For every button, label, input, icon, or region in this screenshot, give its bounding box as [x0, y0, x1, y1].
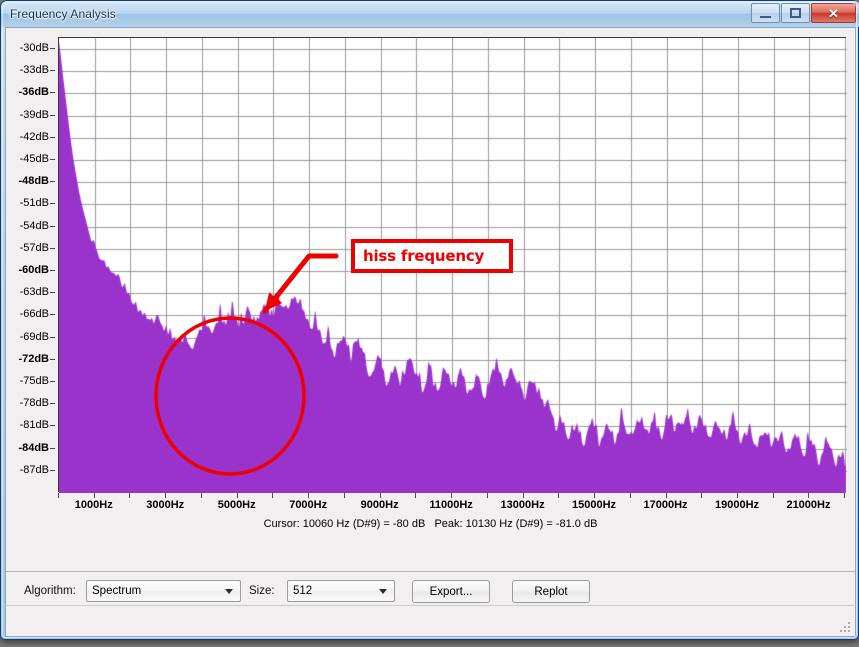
- algorithm-label: Algorithm:: [24, 585, 76, 597]
- window-controls: ✕: [751, 3, 856, 23]
- y-axis-tick-label: -36dB: [18, 86, 49, 99]
- y-axis-tick: [50, 136, 55, 138]
- y-axis-tick: [50, 403, 55, 405]
- replot-button[interactable]: Replot: [512, 580, 590, 603]
- close-button[interactable]: ✕: [811, 3, 856, 23]
- y-axis-tick: [50, 447, 55, 449]
- y-axis-tick-label: -33dB: [19, 64, 49, 77]
- y-axis-tick: [50, 225, 55, 227]
- size-label: Size:: [249, 585, 275, 597]
- y-axis-tick: [50, 358, 55, 360]
- y-axis-tick-label: -78dB: [19, 397, 49, 410]
- y-axis-tick: [50, 270, 55, 272]
- panel-separator: [6, 571, 855, 572]
- y-axis-tick-label: -48dB: [18, 175, 49, 188]
- y-axis-tick-label: -54dB: [19, 219, 49, 232]
- size-value: 512: [293, 585, 313, 597]
- window-title: Frequency Analysis: [10, 7, 116, 21]
- x-axis-tick-label: 21000Hz: [786, 499, 831, 511]
- spectrum-canvas[interactable]: [59, 38, 847, 493]
- y-axis-tick: [50, 425, 55, 427]
- y-axis-tick: [50, 336, 55, 338]
- y-axis-tick-label: -45dB: [19, 153, 49, 166]
- y-axis-tick-label: -66dB: [19, 308, 49, 321]
- y-axis-tick-label: -57dB: [19, 241, 49, 254]
- x-axis-tick-label: 1000Hz: [74, 499, 113, 511]
- y-axis-tick: [50, 92, 55, 94]
- size-select[interactable]: 512: [287, 580, 395, 602]
- y-axis-tick: [50, 314, 55, 316]
- window-status-strip: [5, 605, 856, 637]
- x-axis-tick-label: 3000Hz: [146, 499, 185, 511]
- y-axis-tick-label: -87dB: [19, 463, 49, 476]
- y-axis-tick: [50, 247, 55, 249]
- x-axis: 1000Hz 3000Hz 5000Hz 7000Hz 9000Hz 11000Hz 130…: [6, 494, 855, 518]
- y-axis-tick: [50, 48, 55, 50]
- export-button[interactable]: Export...: [412, 580, 490, 603]
- y-axis-tick: [50, 469, 55, 471]
- window-client-area: -30dB -33dB -36dB -39dB -42dB -45dB -48dB -51dB…: [5, 27, 856, 637]
- y-axis-tick-label: -75dB: [19, 375, 49, 388]
- minimize-icon: [760, 15, 771, 18]
- x-axis-tick-label: 7000Hz: [289, 499, 328, 511]
- y-axis-tick: [50, 203, 55, 205]
- y-axis-tick-label: -84dB: [18, 441, 49, 454]
- window-title-bar[interactable]: Frequency Analysis ✕: [1, 1, 859, 27]
- y-axis-tick-label: -30dB: [19, 42, 49, 55]
- x-axis-tick-label: 17000Hz: [643, 499, 688, 511]
- minimize-button[interactable]: [751, 3, 780, 23]
- spectrum-graph-panel[interactable]: -30dB -33dB -36dB -39dB -42dB -45dB -48dB -51dB…: [6, 28, 855, 542]
- y-axis-tick: [50, 70, 55, 72]
- y-axis-tick: [50, 159, 55, 161]
- algorithm-value: Spectrum: [92, 585, 142, 597]
- spectrum-plot[interactable]: [58, 37, 847, 493]
- chevron-down-icon[interactable]: [375, 581, 391, 601]
- y-axis-tick-label: -39dB: [19, 108, 49, 121]
- x-axis-tick-label: 5000Hz: [217, 499, 256, 511]
- frequency-analysis-window: Frequency Analysis ✕ -30dB -33dB -36dB -39d…: [0, 0, 859, 640]
- x-axis-tick-label: 13000Hz: [500, 499, 545, 511]
- y-axis-tick-label: -51dB: [19, 197, 49, 210]
- y-axis: -30dB -33dB -36dB -39dB -42dB -45dB -48dB -51dB…: [6, 28, 58, 542]
- x-axis-tick-label: 15000Hz: [572, 499, 617, 511]
- y-axis-tick-label: -42dB: [19, 130, 49, 143]
- x-axis-tick-label: 11000Hz: [429, 499, 473, 511]
- y-axis-tick-label: -69dB: [19, 330, 49, 343]
- maximize-icon: [790, 8, 801, 18]
- y-axis-tick: [50, 114, 55, 116]
- resize-grip[interactable]: [840, 622, 852, 634]
- maximize-button[interactable]: [781, 3, 810, 23]
- chevron-down-icon[interactable]: [221, 581, 237, 601]
- close-icon: ✕: [828, 5, 839, 21]
- y-axis-tick: [50, 292, 55, 294]
- y-axis-tick-label: -81dB: [19, 419, 49, 432]
- y-axis-tick-label: -63dB: [19, 286, 49, 299]
- readout-text: Cursor: 10060 Hz (D#9) = -80 dB Peak: 10…: [263, 518, 598, 530]
- y-axis-tick: [50, 381, 55, 383]
- algorithm-select[interactable]: Spectrum: [86, 580, 241, 602]
- x-axis-tick-label: 9000Hz: [360, 499, 399, 511]
- cursor-peak-readout: Cursor: 10060 Hz (D#9) = -80 dB Peak: 10…: [6, 518, 855, 530]
- y-axis-tick-label: -60dB: [18, 264, 49, 277]
- y-axis-tick: [50, 181, 55, 183]
- y-axis-tick-label: -72dB: [18, 352, 49, 365]
- x-axis-tick-label: 19000Hz: [714, 499, 760, 511]
